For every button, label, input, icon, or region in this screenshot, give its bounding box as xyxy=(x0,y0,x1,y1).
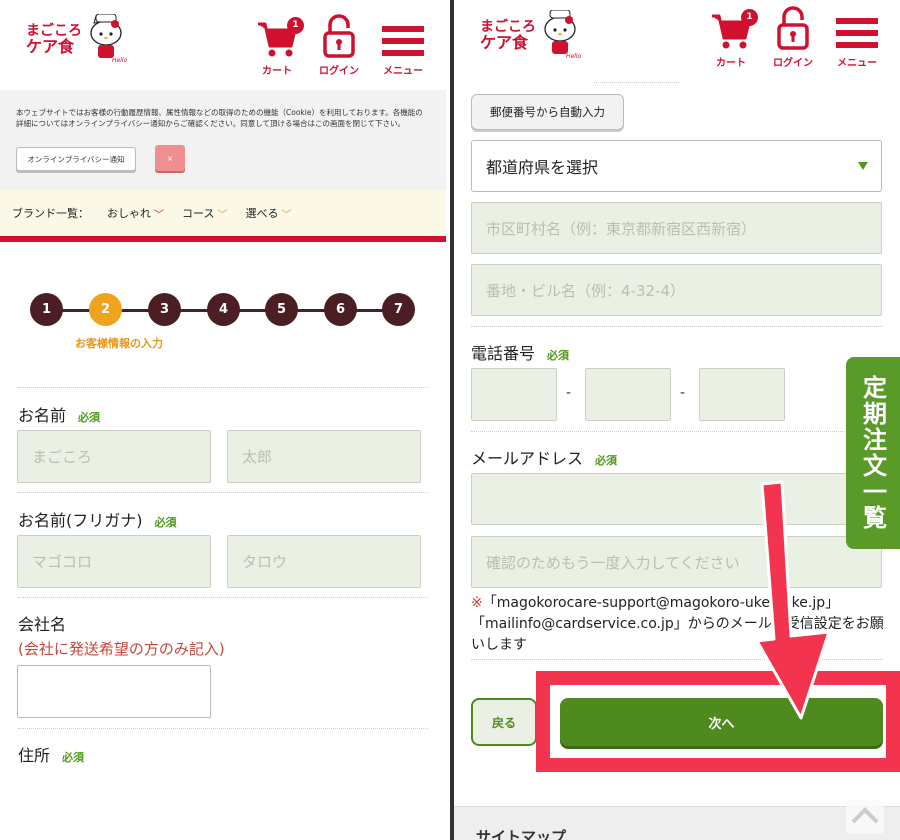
company-input[interactable] xyxy=(17,665,211,718)
privacy-notice-button[interactable]: オンラインプライバシー通知 xyxy=(16,147,136,171)
kana-label: お名前(フリガナ) 必須 xyxy=(18,511,177,530)
step-6: 6 xyxy=(324,293,357,326)
cart-count-badge: 1 xyxy=(741,9,758,26)
divider xyxy=(471,326,883,327)
sitemap-link[interactable]: サイトマップ xyxy=(476,826,566,840)
email-label: メールアドレス 必須 xyxy=(471,449,618,468)
notice-mark: ※ xyxy=(471,595,483,611)
step-caption: お客様情報の入力 xyxy=(75,337,163,350)
cookie-banner: 本ウェブサイトではお客様の行動履歴情報、属性情報などの取得のための機能（Cook… xyxy=(0,90,446,190)
divider xyxy=(471,431,883,432)
menu-label: メニュー xyxy=(383,66,423,77)
mail-notice: ※「magokorocare-support@magokoro-uketsuke… xyxy=(471,593,886,656)
subscription-list-tab[interactable]: 定期注文一覧 xyxy=(846,357,900,549)
phone-dash: - xyxy=(680,385,686,401)
email-input[interactable] xyxy=(471,473,882,525)
brand-nav-item-oshare[interactable]: おしゃれ ﹀ xyxy=(107,205,164,221)
menu-label: メニュー xyxy=(837,58,877,69)
svg-text:Hello Kitty: Hello Kitty xyxy=(112,57,128,64)
hello-kitty-logo-icon: Hello Kitty xyxy=(544,10,582,60)
step-4: 4 xyxy=(207,293,240,326)
cookie-text: 本ウェブサイトではお客様の行動履歴情報、属性情報などの取得のための機能（Cook… xyxy=(16,108,423,128)
required-badge: 必須 xyxy=(595,454,618,467)
login-label: ログイン xyxy=(319,66,359,77)
address-label: 住所 必須 xyxy=(18,746,85,765)
step-1: 1 xyxy=(30,293,63,326)
progress-steps: 1 2 3 4 5 6 7 xyxy=(30,293,420,327)
divider xyxy=(18,728,428,729)
chevron-down-icon: ﹀ xyxy=(154,209,164,221)
scroll-top-icon[interactable] xyxy=(846,800,884,834)
brand-logo[interactable]: まごころ ケア食 Hello Kitty xyxy=(480,10,582,60)
company-label: 会社名 xyxy=(18,615,67,634)
hamburger-menu-icon xyxy=(836,18,878,48)
company-note: (会社に発送希望の方のみ記入) xyxy=(18,640,225,658)
cart-button[interactable]: 1 カート xyxy=(708,9,758,69)
prefecture-select[interactable]: 都道府県を選択 xyxy=(471,140,882,192)
right-screen: まごころ ケア食 Hello Kitty 1 カート ログイン xyxy=(454,0,900,840)
menu-button[interactable]: メニュー xyxy=(378,24,428,77)
hamburger-menu-icon xyxy=(382,26,424,56)
last-name-input[interactable]: まごころ xyxy=(17,430,211,483)
logo-line2: ケア食 xyxy=(480,33,529,52)
login-label: ログイン xyxy=(773,58,813,69)
first-name-kana-input[interactable]: タロウ xyxy=(227,535,421,588)
email-confirm-input[interactable]: 確認のためもう一度入力してください xyxy=(471,536,882,588)
last-name-kana-input[interactable]: マゴコロ xyxy=(17,535,211,588)
divider xyxy=(471,659,883,660)
phone-dash: - xyxy=(566,385,572,401)
dropdown-triangle-icon xyxy=(858,162,868,170)
highlight-box xyxy=(536,671,900,772)
back-button[interactable]: 戻る xyxy=(471,698,537,746)
step-7: 7 xyxy=(382,293,415,326)
phone-input-2[interactable] xyxy=(585,368,671,421)
name-label: お名前 必須 xyxy=(18,406,101,425)
cart-count-badge: 1 xyxy=(287,17,304,34)
zip-autofill-button[interactable]: 郵便番号から自動入力 xyxy=(471,94,624,130)
header-divider xyxy=(0,236,446,242)
chevron-down-icon: ﹀ xyxy=(217,209,228,221)
logo-line2: ケア食 xyxy=(26,37,75,56)
cart-button[interactable]: 1 カート xyxy=(254,17,304,77)
brand-nav-item-course[interactable]: コース ﹀ xyxy=(182,205,227,221)
street-input[interactable]: 番地・ビル名（例：4-32-4） xyxy=(471,264,882,316)
divider xyxy=(18,387,428,388)
city-input[interactable]: 市区町村名（例：東京都新宿区西新宿） xyxy=(471,202,882,254)
divider xyxy=(18,597,428,598)
phone-input-3[interactable] xyxy=(699,368,785,421)
left-screen: まごころ ケア食 Hello Kitty 1 カート ログイン xyxy=(0,0,450,840)
required-badge: 必須 xyxy=(547,349,570,362)
menu-button[interactable]: メニュー xyxy=(832,16,882,69)
brand-nav: ブランド一覧： おしゃれ ﹀ コース ﹀ 選べる ﹀ xyxy=(0,190,446,236)
lock-icon xyxy=(323,14,355,58)
svg-text:Hello Kitty: Hello Kitty xyxy=(566,53,582,60)
step-3: 3 xyxy=(148,293,181,326)
prefecture-select-value: 都道府県を選択 xyxy=(486,158,599,177)
cookie-close-button[interactable]: × xyxy=(155,145,185,171)
brand-nav-label: ブランド一覧： xyxy=(12,207,89,220)
phone-label: 電話番号 必須 xyxy=(471,344,570,363)
phone-input-1[interactable] xyxy=(471,368,557,421)
divider xyxy=(18,492,428,493)
step-5: 5 xyxy=(265,293,298,326)
login-button[interactable]: ログイン xyxy=(316,14,362,77)
step-2-active: 2 xyxy=(89,293,122,326)
lock-icon xyxy=(777,6,809,50)
brand-nav-item-eraberu[interactable]: 選べる ﹀ xyxy=(245,205,291,221)
required-badge: 必須 xyxy=(154,516,177,529)
hello-kitty-logo-icon: Hello Kitty xyxy=(90,14,128,64)
chevron-down-icon: ﹀ xyxy=(281,209,292,221)
brand-logo[interactable]: まごころ ケア食 Hello Kitty xyxy=(26,14,128,64)
first-name-input[interactable]: 太郎 xyxy=(227,430,421,483)
mail-notice-text: 「magokorocare-support@magokoro-uketsuke.… xyxy=(471,595,884,653)
divider xyxy=(594,82,679,83)
cart-label: カート xyxy=(262,66,292,77)
required-badge: 必須 xyxy=(78,411,101,424)
cart-label: カート xyxy=(716,58,746,69)
required-badge: 必須 xyxy=(62,751,85,764)
login-button[interactable]: ログイン xyxy=(770,6,816,69)
